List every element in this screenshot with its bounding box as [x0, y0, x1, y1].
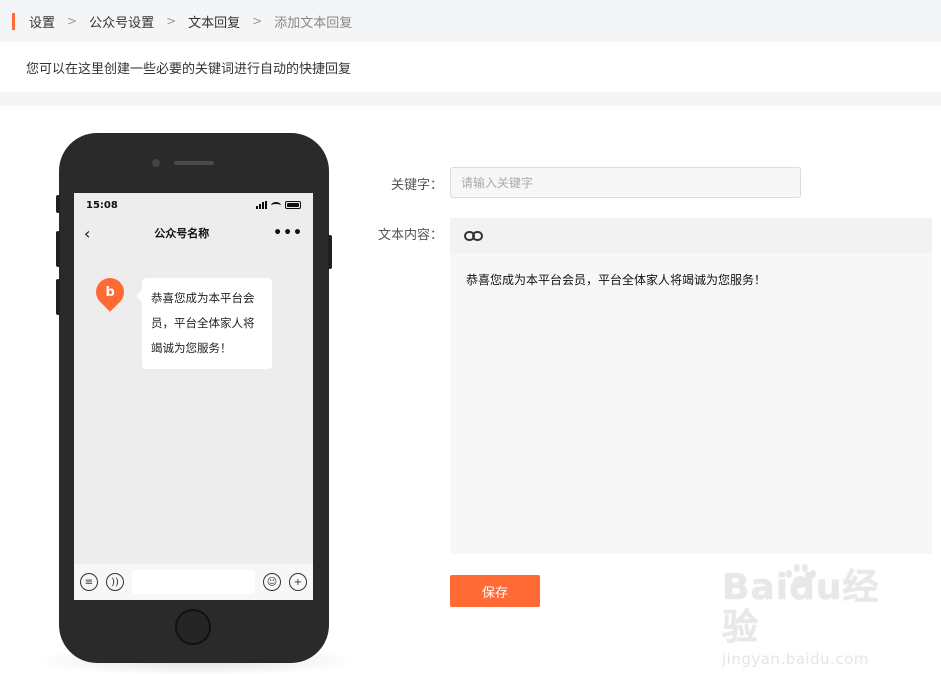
watermark-logo: Baidu经验: [722, 567, 880, 648]
editor-toolbar: [450, 218, 932, 253]
breadcrumb-current: 添加文本回复: [274, 15, 353, 31]
signal-icon: [256, 201, 267, 209]
breadcrumb-item-account-settings[interactable]: 公众号设置: [89, 12, 154, 31]
phone-screen: 15:08 ‹ 公众号名称 ••• b 恭喜您成为本平台会员，平台全体家人将竭诚…: [74, 193, 313, 600]
phone-speaker: [174, 161, 214, 165]
editor-body[interactable]: 恭喜您成为本平台会员，平台全体家人将竭诚为您服务！: [450, 253, 932, 307]
chat-nav-bar: ‹ 公众号名称 •••: [74, 217, 313, 249]
chat-input[interactable]: [132, 570, 255, 594]
voice-icon[interactable]: )): [106, 573, 124, 591]
breadcrumb-separator: >: [252, 14, 263, 28]
chat-input-bar: ≡ )) ☺ +: [74, 564, 313, 600]
breadcrumb-separator: >: [166, 14, 177, 28]
phone-volume-down: [56, 279, 60, 315]
plus-icon[interactable]: +: [289, 573, 307, 591]
keyword-input[interactable]: [450, 167, 801, 198]
battery-icon: [285, 201, 301, 209]
phone-volume-up: [56, 231, 60, 267]
paw-icon: [784, 564, 816, 590]
avatar-logo: b: [105, 284, 115, 300]
main-panel: 15:08 ‹ 公众号名称 ••• b 恭喜您成为本平台会员，平台全体家人将竭诚…: [0, 106, 941, 674]
keyword-label: 关键字：: [390, 178, 443, 193]
menu-icon[interactable]: ≡: [80, 573, 98, 591]
breadcrumb-separator: >: [67, 14, 78, 28]
link-icon[interactable]: [464, 229, 484, 243]
save-button[interactable]: 保存: [450, 575, 540, 607]
status-time: 15:08: [86, 199, 118, 211]
status-bar: 15:08: [74, 193, 313, 217]
content-editor[interactable]: 恭喜您成为本平台会员，平台全体家人将竭诚为您服务！: [450, 218, 932, 554]
info-notice: 您可以在这里创建一些必要的关键词进行自动的快捷回复: [0, 42, 941, 92]
status-icons: [256, 201, 301, 209]
watermark-url: jingyan.baidu.com: [722, 650, 869, 668]
phone-camera: [152, 159, 160, 167]
emoji-icon[interactable]: ☺: [263, 573, 281, 591]
phone-mute-switch: [56, 195, 60, 213]
more-icon[interactable]: •••: [273, 225, 303, 241]
wifi-icon: [271, 201, 281, 209]
content-label: 文本内容：: [377, 228, 443, 243]
breadcrumb-item-settings[interactable]: 设置: [29, 12, 55, 31]
back-icon[interactable]: ‹: [84, 224, 90, 243]
phone-home-button: [175, 609, 211, 645]
breadcrumb-accent-bar: [12, 12, 15, 30]
baidu-watermark: Baidu经验 jingyan.baidu.com: [722, 564, 912, 668]
avatar: b: [90, 272, 130, 312]
breadcrumb: 设置 > 公众号设置 > 文本回复 > 添加文本回复: [0, 0, 941, 42]
chat-message-row: b 恭喜您成为本平台会员，平台全体家人将竭诚为您服务！: [90, 272, 272, 369]
message-bubble: 恭喜您成为本平台会员，平台全体家人将竭诚为您服务！: [136, 278, 272, 369]
breadcrumb-item-text-reply[interactable]: 文本回复: [188, 12, 240, 31]
chat-title: 公众号名称: [154, 227, 210, 240]
phone-power-button: [328, 235, 332, 269]
phone-preview: 15:08 ‹ 公众号名称 ••• b 恭喜您成为本平台会员，平台全体家人将竭诚…: [56, 133, 332, 663]
